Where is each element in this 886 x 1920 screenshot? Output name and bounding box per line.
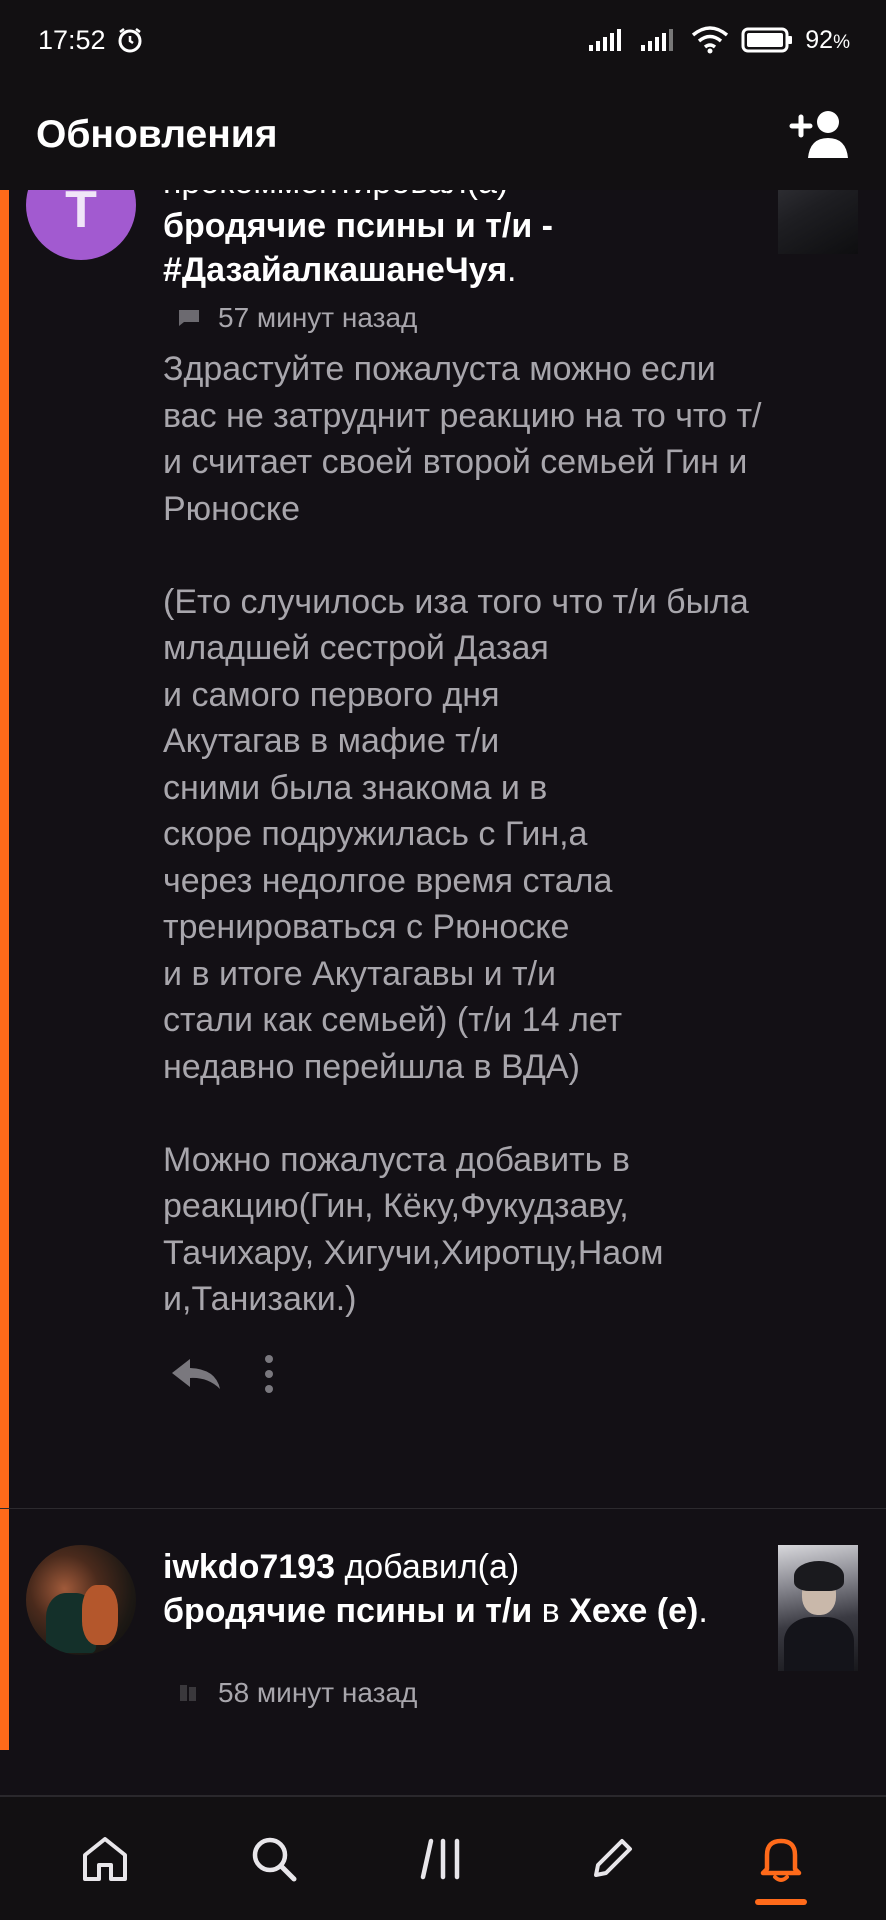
unread-indicator (0, 190, 9, 1750)
nav-notifications[interactable] (721, 1809, 841, 1909)
notifications-icon (761, 1838, 802, 1882)
write-icon (594, 1838, 633, 1877)
updates-feed: Т прокомментировал(а) бродячие псины и т… (0, 190, 886, 1795)
activity-time: 58 минут назад (218, 1677, 418, 1708)
add-user-icon[interactable] (788, 104, 850, 166)
page-title: Обновления (36, 113, 278, 156)
activity-verb: прокомментировал(а) (163, 190, 508, 201)
reply-icon[interactable] (170, 1357, 222, 1391)
updates-screen: 17:52 92% Обновления Т бродячие псины и … (0, 0, 886, 1920)
status-bar: 17:52 92% (0, 0, 886, 80)
nav-search[interactable] (214, 1809, 334, 1909)
alarm-icon (118, 28, 142, 53)
nav-library[interactable] (383, 1809, 503, 1909)
signal-icon-2 (641, 29, 674, 51)
wifi-icon (692, 26, 729, 54)
username-link[interactable]: iwkdo7193 (163, 1548, 335, 1586)
active-tab-indicator (755, 1898, 808, 1905)
activity-connector: в (541, 1592, 560, 1630)
avatar[interactable] (26, 1545, 136, 1655)
home-icon (82, 1836, 127, 1881)
activity-verb: добавил(а) (344, 1548, 520, 1586)
activity-item-added[interactable]: iwkdo7193 добавил(а) бродячие псины и т/… (0, 1508, 886, 1708)
activity-time: 57 минут назад (218, 302, 418, 333)
story-cover-thumbnail[interactable] (778, 190, 858, 254)
activity-meta: 57 минут назад (178, 302, 417, 334)
status-time: 17:52 (38, 24, 106, 55)
more-icon[interactable] (262, 1354, 276, 1394)
activity-meta: 58 минут назад (178, 1677, 417, 1709)
collection-link[interactable]: Хехе (е) (569, 1592, 698, 1630)
signal-icon (589, 29, 622, 51)
story-title-link[interactable]: бродячие псины и т/и (163, 1592, 532, 1630)
story-title-link[interactable]: бродячие псины и т/и - #ДазайалкашанеЧуя (163, 207, 553, 289)
comment-icon (179, 310, 199, 326)
avatar[interactable]: Т (26, 190, 136, 260)
bottom-navigation (0, 1795, 886, 1920)
app-header: Обновления (0, 80, 886, 190)
story-cover-thumbnail[interactable] (778, 1545, 858, 1671)
battery-icon (741, 27, 793, 53)
battery-level: 92% (805, 25, 850, 54)
search-icon (252, 1837, 297, 1881)
library-icon (420, 1838, 460, 1879)
activity-text: прокомментировал(а) бродячие псины и т/и… (163, 190, 763, 292)
comment-actions (170, 1354, 276, 1394)
nav-write[interactable] (552, 1809, 672, 1909)
activity-text: iwkdo7193 добавил(а) бродячие псины и т/… (163, 1548, 708, 1630)
comment-text[interactable]: Здрастуйте пожалуста можно если вас не з… (163, 346, 763, 1323)
nav-home[interactable] (45, 1809, 165, 1909)
library-icon (180, 1685, 196, 1701)
